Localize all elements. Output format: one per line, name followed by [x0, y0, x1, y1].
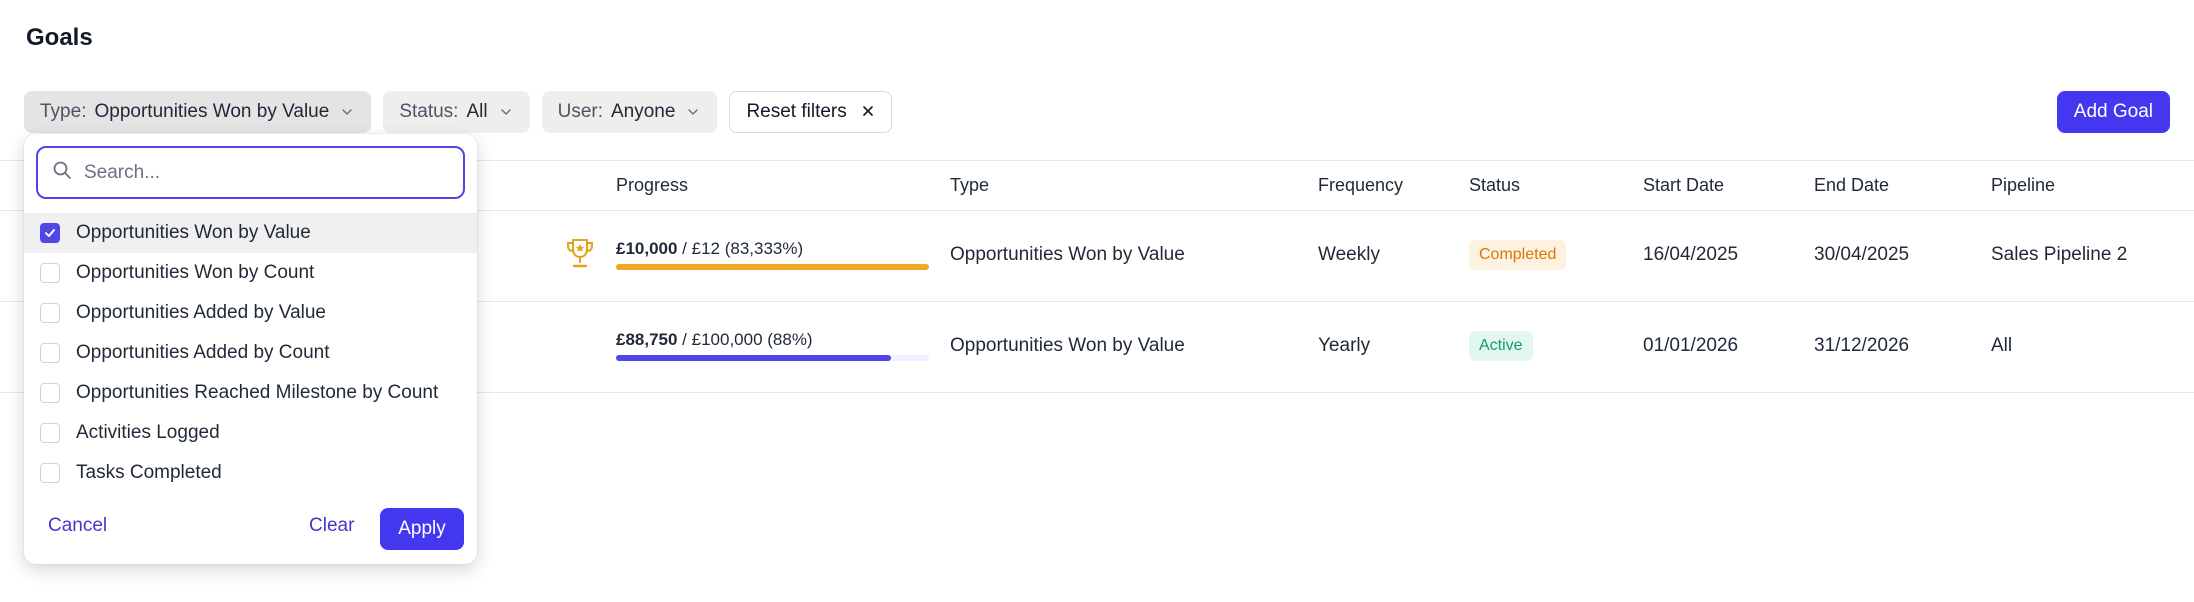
option-label: Opportunities Reached Milestone by Count [76, 382, 439, 403]
goal-frequency: Weekly [1318, 244, 1380, 265]
checkbox[interactable] [40, 463, 60, 483]
column-header-start-date[interactable]: Start Date [1643, 175, 1724, 196]
dropdown-option[interactable]: Opportunities Won by Value [24, 213, 477, 253]
chevron-down-icon [685, 104, 701, 120]
type-filter-value: Opportunities Won by Value [94, 101, 330, 122]
goal-end-date: 30/04/2025 [1814, 244, 1910, 265]
filter-bar: Type: Opportunities Won by Value Status:… [24, 91, 892, 133]
column-header-frequency[interactable]: Frequency [1318, 175, 1403, 196]
goal-start-date: 16/04/2025 [1643, 244, 1739, 265]
type-filter-label: Type: [40, 101, 87, 122]
search-input[interactable] [84, 161, 444, 184]
checkbox[interactable] [40, 223, 60, 243]
checkbox[interactable] [40, 303, 60, 323]
goal-start-date: 01/01/2026 [1643, 335, 1739, 356]
progress-current: £88,750 [616, 330, 678, 349]
option-label: Opportunities Won by Count [76, 262, 315, 283]
column-header-type[interactable]: Type [950, 175, 989, 196]
chevron-down-icon [498, 104, 514, 120]
progress-bar [616, 264, 929, 270]
progress-bar [616, 355, 929, 361]
status-filter-label: Status: [399, 101, 459, 122]
column-header-status[interactable]: Status [1469, 175, 1520, 196]
search-box[interactable] [36, 146, 465, 199]
goal-type: Opportunities Won by Value [950, 335, 1185, 356]
goal-pipeline: All [1991, 335, 2013, 356]
option-label: Opportunities Added by Count [76, 342, 330, 363]
goal-frequency: Yearly [1318, 335, 1371, 356]
checkbox[interactable] [40, 383, 60, 403]
status-filter-value: All [466, 101, 488, 122]
dropdown-option[interactable]: Opportunities Reached Milestone by Count [24, 373, 477, 413]
type-filter-chip[interactable]: Type: Opportunities Won by Value [24, 91, 372, 133]
progress-target: / £100,000 (88%) [677, 330, 813, 349]
status-filter-chip[interactable]: Status: All [383, 91, 530, 133]
progress-bar-fill [616, 355, 892, 361]
checkbox[interactable] [40, 263, 60, 283]
check-icon [45, 229, 55, 237]
option-label: Opportunities Won by Value [76, 222, 311, 243]
user-filter-chip[interactable]: User: Anyone [541, 91, 718, 133]
apply-button[interactable]: Apply [380, 508, 464, 550]
progress-text: £10,000 / £12 (83,333%) [616, 239, 803, 259]
dropdown-option[interactable]: Opportunities Added by Count [24, 333, 477, 373]
goal-type: Opportunities Won by Value [950, 244, 1185, 265]
cancel-button[interactable]: Cancel [48, 515, 107, 537]
checkbox[interactable] [40, 343, 60, 363]
column-header-progress[interactable]: Progress [616, 175, 688, 196]
search-icon [52, 160, 72, 185]
type-filter-dropdown: Opportunities Won by Value Opportunities… [24, 134, 477, 564]
user-filter-label: User: [557, 101, 603, 122]
progress-bar-fill [616, 264, 929, 270]
column-header-end-date[interactable]: End Date [1814, 175, 1889, 196]
add-goal-button[interactable]: Add Goal [2056, 91, 2170, 133]
dropdown-option[interactable]: Opportunities Won by Count [24, 253, 477, 293]
progress-current: £10,000 [616, 239, 678, 258]
reset-filters-button[interactable]: Reset filters [729, 91, 892, 133]
dropdown-option[interactable]: Tasks Completed [24, 453, 477, 493]
reset-filters-label: Reset filters [746, 101, 847, 122]
dropdown-option[interactable]: Opportunities Added by Value [24, 293, 477, 333]
progress-target: / £12 (83,333%) [677, 239, 804, 258]
status-badge: Active [1469, 331, 1533, 361]
column-header-pipeline[interactable]: Pipeline [1991, 175, 2055, 196]
clear-button[interactable]: Clear [309, 515, 354, 537]
chevron-down-icon [339, 104, 355, 120]
option-label: Tasks Completed [76, 462, 222, 483]
status-badge: Completed [1469, 240, 1567, 270]
trophy-icon [564, 236, 596, 270]
dropdown-option[interactable]: Activities Logged [24, 413, 477, 453]
option-label: Activities Logged [76, 422, 220, 443]
progress-text: £88,750 / £100,000 (88%) [616, 330, 813, 350]
close-icon [861, 102, 875, 122]
goal-pipeline: Sales Pipeline 2 [1991, 244, 2128, 265]
goal-end-date: 31/12/2026 [1814, 335, 1910, 356]
checkbox[interactable] [40, 423, 60, 443]
user-filter-value: Anyone [611, 101, 676, 122]
option-label: Opportunities Added by Value [76, 302, 326, 323]
page-title: Goals [26, 24, 93, 51]
